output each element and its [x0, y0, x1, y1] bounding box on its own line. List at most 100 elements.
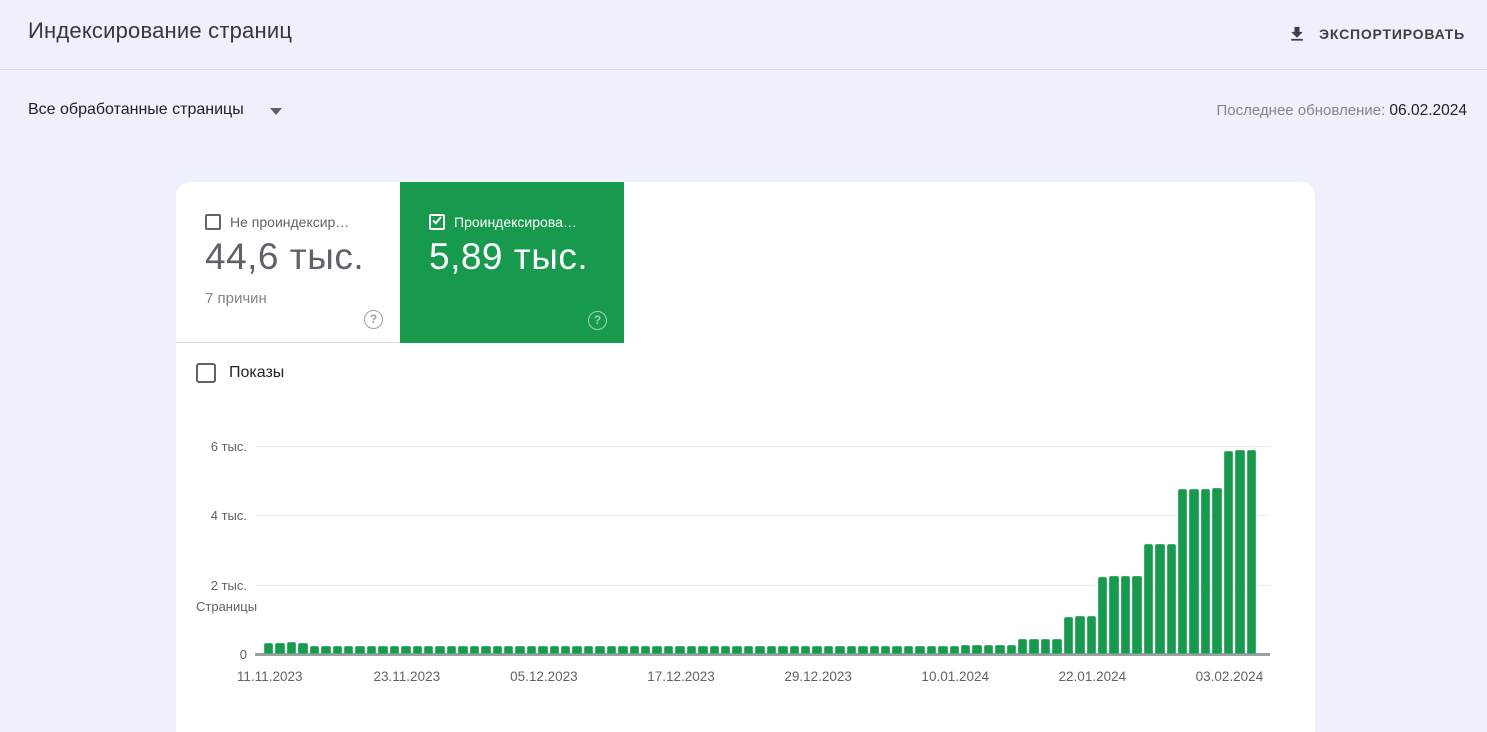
- chart-bar[interactable]: [1086, 615, 1097, 654]
- chart-bar[interactable]: [343, 645, 354, 654]
- chart-bar[interactable]: [286, 642, 297, 654]
- chart-bar[interactable]: [412, 645, 422, 654]
- chart-bar[interactable]: [995, 645, 1005, 654]
- chart-bar[interactable]: [835, 646, 845, 654]
- chart-bar[interactable]: [1052, 638, 1062, 654]
- chart-bar[interactable]: [366, 645, 377, 654]
- chart-bar[interactable]: [846, 646, 857, 654]
- chart-bar[interactable]: [458, 645, 468, 654]
- help-icon[interactable]: ?: [364, 310, 383, 329]
- chart-bar[interactable]: [549, 645, 560, 654]
- chart-bar[interactable]: [492, 645, 502, 654]
- chart-bar[interactable]: [583, 645, 594, 654]
- chart-bar[interactable]: [1178, 489, 1188, 654]
- export-button[interactable]: ЭКСПОРТИРОВАТЬ: [1285, 20, 1467, 48]
- page-indexing-report: Индексирование страниц ЭКСПОРТИРОВАТЬ Вс…: [0, 0, 1487, 732]
- chart-bar[interactable]: [378, 645, 388, 654]
- chart-bar[interactable]: [972, 645, 982, 654]
- chart-bar[interactable]: [1109, 576, 1119, 654]
- chart-bar[interactable]: [321, 645, 331, 654]
- chart-bar[interactable]: [675, 645, 685, 654]
- chart-bar[interactable]: [823, 645, 834, 654]
- chart-bar[interactable]: [538, 645, 548, 654]
- chart-bar[interactable]: [401, 645, 411, 654]
- indexed-checkbox[interactable]: [429, 214, 445, 230]
- chart-bar[interactable]: [1132, 575, 1142, 654]
- chart-bar[interactable]: [423, 645, 434, 654]
- impressions-checkbox[interactable]: [196, 363, 216, 383]
- chart-bar[interactable]: [721, 645, 731, 654]
- chart-y-tick-labels: 0 2 тыс. 4 тыс. 6 тыс.: [176, 439, 247, 662]
- chart-bar[interactable]: [275, 642, 285, 654]
- chart-bar[interactable]: [1040, 638, 1051, 654]
- chart-bar[interactable]: [766, 645, 777, 654]
- chart-bar[interactable]: [789, 646, 799, 654]
- chart-bar[interactable]: [869, 646, 879, 654]
- chart-bar[interactable]: [1212, 488, 1222, 654]
- chart-bar[interactable]: [481, 645, 491, 654]
- chart-bar[interactable]: [698, 645, 708, 654]
- chart-bar[interactable]: [686, 645, 697, 654]
- chart-bar[interactable]: [743, 645, 754, 654]
- chart-bar[interactable]: [469, 645, 480, 654]
- help-icon[interactable]: ?: [588, 311, 607, 330]
- chart-bar[interactable]: [1155, 543, 1165, 654]
- chart-bar[interactable]: [1098, 576, 1108, 654]
- chart-bar[interactable]: [355, 645, 365, 654]
- chart-bar[interactable]: [709, 645, 719, 654]
- chart-bar[interactable]: [1063, 616, 1074, 654]
- chart-bar[interactable]: [1075, 616, 1085, 654]
- chart-bar[interactable]: [949, 645, 959, 654]
- chart-bar[interactable]: [298, 642, 308, 654]
- chart-bar[interactable]: [1029, 639, 1039, 654]
- chart-bar[interactable]: [778, 645, 788, 654]
- chart-bar[interactable]: [264, 642, 274, 654]
- page-filter-dropdown[interactable]: Все обработанные страницы: [28, 101, 282, 119]
- chart-bar[interactable]: [1223, 450, 1234, 654]
- chart-bar[interactable]: [1018, 639, 1028, 654]
- chart-bar[interactable]: [606, 645, 617, 654]
- chart-bar[interactable]: [503, 645, 514, 654]
- chart-bar[interactable]: [903, 645, 914, 654]
- tile-indexed[interactable]: Проиндексирова… 5,89 тыс. ?: [400, 182, 624, 343]
- chart-bar[interactable]: [983, 645, 994, 654]
- chart-bar[interactable]: [880, 646, 891, 654]
- chart-bar[interactable]: [1200, 489, 1211, 654]
- chart-bar[interactable]: [332, 645, 342, 654]
- chart-bar[interactable]: [652, 645, 662, 654]
- tile-not-indexed[interactable]: Не проиндексир… 44,6 тыс. 7 причин ?: [176, 182, 400, 343]
- chart-bar[interactable]: [1246, 449, 1256, 654]
- chart-bar[interactable]: [892, 645, 902, 654]
- not-indexed-checkbox[interactable]: [205, 214, 221, 230]
- chart-bar[interactable]: [1006, 645, 1017, 654]
- chart-bar[interactable]: [663, 645, 674, 654]
- chart-bar[interactable]: [812, 646, 822, 654]
- chart-bar[interactable]: [858, 646, 868, 654]
- chart-bar[interactable]: [641, 645, 651, 654]
- chart-bar[interactable]: [629, 645, 640, 654]
- chart-bar[interactable]: [732, 645, 742, 654]
- chart-bar[interactable]: [915, 645, 925, 654]
- chart-bar[interactable]: [800, 646, 811, 654]
- x-tick-label: 17.12.2023: [647, 669, 715, 684]
- chart-bar[interactable]: [515, 645, 525, 654]
- chart-bar[interactable]: [1166, 544, 1177, 654]
- chart-bar[interactable]: [755, 645, 765, 654]
- chart-bar[interactable]: [618, 645, 628, 654]
- chart-bar[interactable]: [960, 645, 971, 654]
- chart-bar[interactable]: [389, 645, 400, 654]
- chart-bar[interactable]: [1189, 488, 1199, 654]
- chart-bar[interactable]: [938, 645, 948, 654]
- chart-bar[interactable]: [1120, 576, 1131, 654]
- chart-bar[interactable]: [309, 645, 320, 654]
- chart-bar[interactable]: [1235, 449, 1245, 654]
- chart-bar[interactable]: [595, 645, 605, 654]
- chart-bar[interactable]: [1143, 544, 1154, 654]
- chart-bar[interactable]: [446, 645, 457, 654]
- chart-bar[interactable]: [926, 645, 937, 654]
- chart-bar[interactable]: [435, 645, 445, 654]
- chart-bar[interactable]: [526, 645, 537, 654]
- impressions-checkbox-row[interactable]: Показы: [196, 363, 284, 383]
- chart-bar[interactable]: [572, 645, 582, 654]
- chart-bar[interactable]: [561, 645, 571, 654]
